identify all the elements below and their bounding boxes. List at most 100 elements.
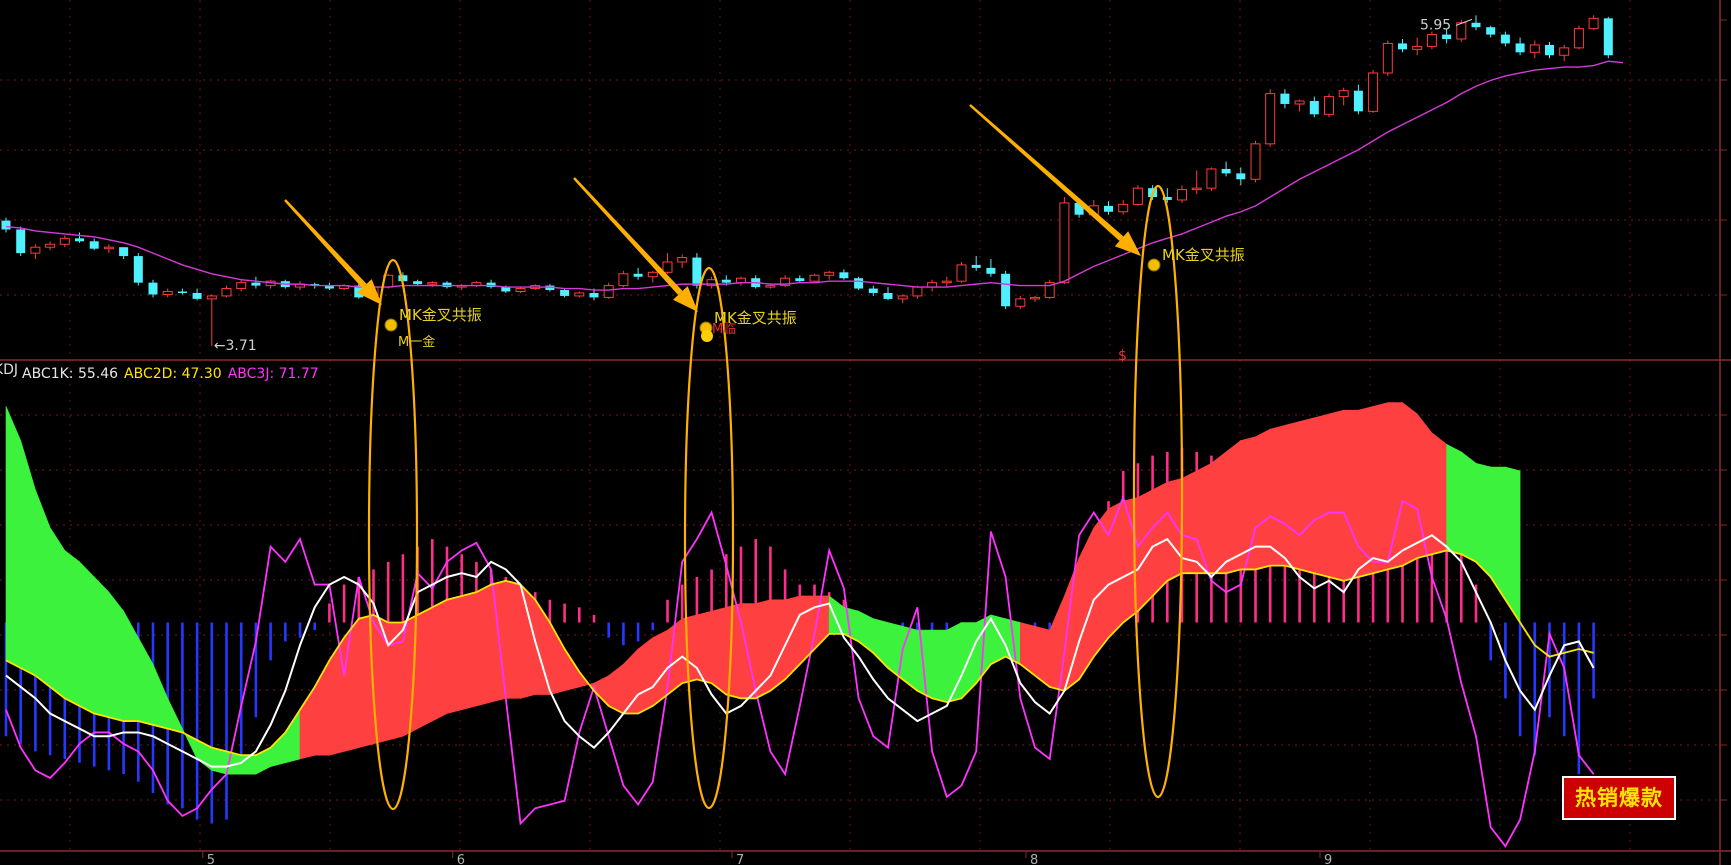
ribbon-segment	[1343, 409, 1359, 582]
candle-body-up	[1294, 100, 1305, 105]
candle-body-up	[162, 291, 173, 295]
candle-body-down	[177, 291, 187, 294]
ribbon-segment	[461, 591, 477, 711]
ribbon-segment	[1225, 439, 1242, 574]
ribbon-segment	[476, 584, 492, 707]
candle-body-up	[1265, 93, 1276, 145]
ribbon-segment	[417, 606, 433, 730]
ribbon-segment	[1314, 413, 1330, 578]
ribbon-segment	[1358, 405, 1374, 578]
legend-d: ABC2D: 47.30	[124, 366, 222, 382]
ribbon-segment	[1505, 466, 1521, 624]
candle-body-up	[956, 264, 967, 282]
candle-body-down	[1603, 18, 1613, 56]
candle-body-down	[75, 238, 84, 242]
candle-body-down	[251, 282, 261, 286]
chart-grid: 5 6 7 8 9	[0, 0, 1731, 865]
candle-body-up	[574, 292, 585, 297]
signal-label: MK金叉共振	[399, 306, 482, 324]
ribbon-segment	[1108, 500, 1124, 639]
x-tick-label: 7	[736, 853, 744, 865]
chart-canvas: 56789 5.95←3.71 MK金叉共振 MK金叉共振MK金叉共振M一金M临$	[0, 0, 1731, 865]
candle-body-up	[1206, 168, 1217, 189]
candle-body-down	[148, 282, 158, 295]
ribbon-segment	[520, 583, 536, 699]
legend-prefix: KDJ	[0, 362, 18, 378]
candle-body-up	[912, 286, 923, 297]
annotation-arrow-shaft	[284, 199, 367, 288]
candle-body-up	[30, 246, 41, 254]
ribbon-segment	[270, 731, 286, 767]
candle-body-up	[1191, 187, 1202, 191]
candle-body-up	[677, 257, 688, 263]
ribbon-segment	[1475, 462, 1491, 578]
candle-body-down	[1236, 173, 1246, 180]
candle-body-up	[515, 288, 526, 293]
ribbon-segment	[446, 595, 463, 714]
candle-body-up	[824, 271, 835, 276]
candle-body-down	[854, 278, 864, 289]
candle-body-up	[1132, 187, 1143, 205]
ribbon-segment	[652, 629, 668, 707]
ribbon-segment	[1167, 478, 1183, 582]
candle-body-up	[1030, 296, 1040, 300]
ribbon-segment	[108, 591, 124, 722]
candle-body-up	[103, 246, 114, 250]
ribbon-segment	[1196, 462, 1212, 574]
candle-body-down	[1515, 43, 1525, 53]
candle-body-down	[16, 229, 26, 254]
hot-sale-badge: 热销爆款	[1562, 776, 1676, 820]
candle-body-down	[413, 281, 423, 285]
candle-body-up	[1059, 202, 1070, 284]
candle-body-up	[618, 273, 629, 287]
indicator-panel	[4, 401, 1595, 848]
ribbon-segment	[1328, 409, 1344, 582]
ribbon-segment	[505, 580, 521, 699]
candle-body-down	[1545, 44, 1554, 56]
ribbon-segment	[1284, 421, 1300, 570]
ribbon-segment	[431, 599, 448, 722]
candle-body-up	[1529, 44, 1540, 53]
candle-body-up	[1250, 143, 1261, 180]
candle-body-down	[1353, 90, 1363, 112]
candle-body-up	[206, 295, 217, 300]
candle-body-down	[192, 292, 202, 299]
candle-body-down	[1001, 273, 1011, 307]
moving-average-line	[5, 60, 1624, 291]
ribbon-segment	[1064, 557, 1080, 692]
high-price-label: 5.95	[1420, 17, 1451, 33]
candle-body-down	[868, 288, 878, 293]
legend-k: ABC1K: 55.46	[22, 366, 119, 382]
ribbon-segment	[799, 595, 815, 665]
ribbon-segment	[284, 708, 301, 764]
ribbon-segment	[1049, 595, 1065, 692]
price-panel: 5.95 ←3.71	[1, 15, 1624, 354]
candle-body-down	[133, 256, 143, 283]
ribbon-segment	[138, 636, 154, 726]
signal-sublabel: M一金	[398, 334, 435, 350]
ribbon-segment	[93, 576, 110, 718]
candle-body-up	[236, 282, 247, 290]
candle-body-up	[1324, 96, 1334, 115]
ribbon-segment	[1152, 481, 1168, 597]
candle-body-up	[603, 285, 614, 298]
candle-body-up	[1177, 189, 1187, 201]
candle-body-up	[1118, 203, 1129, 213]
ribbon-segment	[1019, 622, 1036, 677]
ribbon-segment	[637, 637, 654, 714]
ribbon-segment	[1461, 451, 1477, 563]
candle-body-up	[1573, 28, 1584, 49]
candle-body-up	[1559, 47, 1570, 56]
candle-body-down	[1442, 34, 1452, 40]
ribbon-segment	[549, 621, 565, 695]
candle-body-up	[1426, 34, 1437, 47]
candle-body-down	[839, 272, 849, 279]
x-tick-label: 9	[1324, 853, 1332, 865]
candle-body-up	[941, 280, 952, 284]
x-tick-label: 5	[207, 853, 215, 865]
candle-body-down	[1486, 27, 1496, 35]
ribbon-segment	[5, 406, 22, 669]
x-tick-label: 8	[1030, 853, 1038, 865]
ribbon-segment	[593, 675, 610, 707]
candle-body-down	[442, 282, 452, 288]
